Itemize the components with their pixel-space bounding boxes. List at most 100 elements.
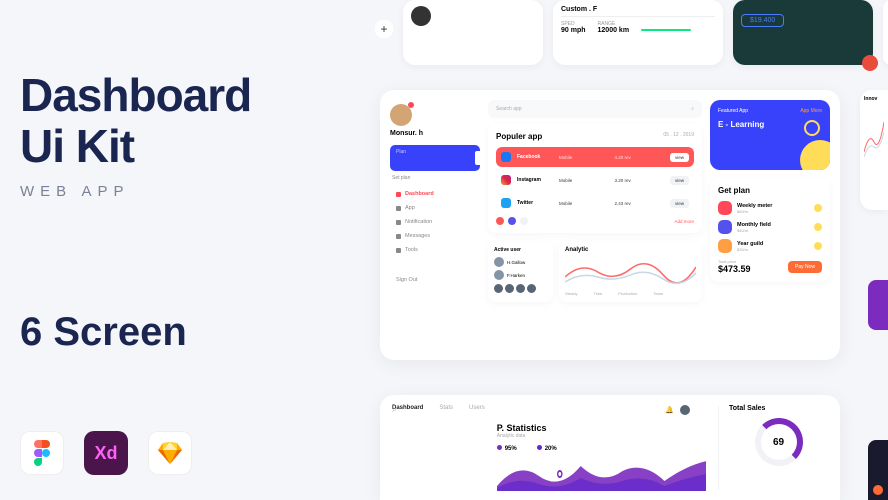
plan-row[interactable]: Monthly field$40/m bbox=[718, 220, 822, 234]
pstat-sub: Analytic data bbox=[497, 433, 706, 439]
app-row-instagram[interactable]: Instagram Mobile 3.20 rev view bbox=[496, 170, 694, 190]
app-meta: Mobile bbox=[559, 201, 609, 206]
app-meta: Mobile bbox=[559, 178, 609, 183]
app-name: Instagram bbox=[517, 177, 553, 183]
user-row[interactable]: H.Gallow bbox=[494, 257, 547, 267]
right-edge-card: Innov bbox=[860, 90, 888, 210]
custom-title: Custom . F bbox=[561, 6, 715, 13]
search-icon[interactable]: ⌕ bbox=[392, 405, 396, 415]
search-icon: ⌕ bbox=[691, 106, 694, 112]
app-row-facebook[interactable]: Facebook Mobile 4.20 rev view bbox=[496, 147, 694, 167]
total-sales-title: Total Sales bbox=[729, 405, 828, 412]
nav-tools[interactable]: Tools bbox=[390, 243, 480, 257]
nav-list: Dashboard App Notification Messages Tool… bbox=[390, 187, 480, 257]
app-meta: Mobile bbox=[559, 155, 609, 160]
username: Monsur. h bbox=[390, 130, 480, 137]
user-avatar[interactable] bbox=[390, 104, 412, 126]
add-button[interactable]: + bbox=[375, 20, 393, 38]
plan-badge bbox=[814, 242, 822, 250]
popular-title: Populer app bbox=[496, 132, 542, 141]
pstat-title: P. Statistics bbox=[497, 423, 706, 433]
statistics-chart bbox=[497, 456, 706, 491]
avatar bbox=[411, 6, 431, 26]
nav-stats[interactable]: Stats bbox=[439, 405, 453, 482]
analytic-title: Analytic bbox=[565, 247, 696, 253]
nav-messages[interactable]: Messages bbox=[390, 229, 480, 243]
right-column: Featured App App More E - Learning Get p… bbox=[710, 100, 830, 350]
app-name: Facebook bbox=[517, 154, 553, 160]
app-meta: 3.20 rev bbox=[615, 178, 665, 183]
figma-icon bbox=[20, 431, 64, 475]
plan-icon bbox=[718, 220, 732, 234]
facebook-icon bbox=[501, 152, 511, 162]
plan-row[interactable]: Year guild$30/m bbox=[718, 239, 822, 253]
mini-card-user bbox=[403, 0, 543, 65]
pct-1: 95% bbox=[497, 445, 517, 452]
purple-edge-card bbox=[868, 280, 888, 330]
view-button[interactable]: view bbox=[670, 176, 689, 185]
nav-dashboard[interactable]: Dashboard bbox=[392, 405, 423, 482]
pay-now-button[interactable]: Pay Now bbox=[788, 261, 822, 273]
pct-2: 20% bbox=[537, 445, 557, 452]
plan-row[interactable]: Weekly meter$60/m bbox=[718, 201, 822, 215]
top-preview-row: + Custom . F SPED90 mph RANGE12000 km $1… bbox=[375, 0, 888, 65]
center-column: Search app ⌕ Populer app 05 . 12 . 2019 … bbox=[488, 100, 702, 350]
donut-chart: 69 bbox=[755, 418, 803, 466]
chart-label: Steady bbox=[565, 291, 577, 296]
sidebar: Monsur. h Plan Set plan Dashboard App No… bbox=[390, 100, 480, 350]
decoration bbox=[800, 140, 830, 170]
add-more-link[interactable]: Add more bbox=[674, 219, 694, 224]
popular-apps-card: Populer app 05 . 12 . 2019 Facebook Mobi… bbox=[488, 124, 702, 233]
mini-card-dark: $19.400 bbox=[733, 0, 873, 65]
decoration bbox=[804, 120, 820, 136]
get-plan-card: Get plan Weekly meter$60/m Monthly field… bbox=[710, 178, 830, 282]
app-meta: 2.43 rev bbox=[615, 201, 665, 206]
getplan-title: Get plan bbox=[718, 186, 822, 195]
chart-label: Time bbox=[593, 291, 602, 296]
nav-dashboard[interactable]: Dashboard bbox=[390, 187, 480, 201]
featured-app-card[interactable]: Featured App App More E - Learning bbox=[710, 100, 830, 170]
signout-link[interactable]: Sign Out bbox=[390, 277, 480, 283]
instagram-icon bbox=[501, 175, 511, 185]
set-plan-label: Set plan bbox=[390, 175, 480, 181]
plan-badge bbox=[814, 204, 822, 212]
progress-bar bbox=[641, 29, 691, 31]
stat-value: 90 mph bbox=[561, 27, 586, 34]
active-user-title: Active user bbox=[494, 247, 547, 253]
featured-more[interactable]: App More bbox=[800, 108, 822, 114]
user-row[interactable]: F.Harken bbox=[494, 270, 547, 280]
plan-badge[interactable]: Plan bbox=[390, 145, 480, 171]
app-meta: 4.20 rev bbox=[615, 155, 665, 160]
view-button[interactable]: view bbox=[670, 153, 689, 162]
red-indicator bbox=[862, 55, 878, 71]
plan-badge bbox=[814, 223, 822, 231]
nav-notification[interactable]: Notification bbox=[390, 215, 480, 229]
analytic-card: Analytic Steady Time Production Team bbox=[559, 241, 702, 302]
nav-app[interactable]: App bbox=[390, 201, 480, 215]
search-bar[interactable]: Search app ⌕ bbox=[488, 100, 702, 118]
total-price: $473.59 bbox=[718, 264, 751, 274]
bottom-dashboard: ⌕ Dashboard Stats Users 🔔 P. Statistics … bbox=[380, 395, 840, 500]
popular-date: 05 . 12 . 2019 bbox=[663, 132, 694, 141]
chart-label: Team bbox=[653, 291, 663, 296]
hero-title-2: Ui Kit bbox=[20, 121, 350, 172]
hero-subtitle: WEB APP bbox=[20, 183, 350, 200]
screen-count: 6 Screen bbox=[20, 310, 187, 355]
view-button[interactable]: view bbox=[670, 199, 689, 208]
active-user-card: Active user H.Gallow F.Harken bbox=[488, 241, 553, 302]
bell-icon[interactable]: 🔔 bbox=[665, 406, 674, 414]
sketch-icon bbox=[148, 431, 192, 475]
bottom-right-edge bbox=[868, 440, 888, 500]
main-dashboard: Monsur. h Plan Set plan Dashboard App No… bbox=[380, 90, 840, 360]
pager[interactable] bbox=[496, 217, 528, 225]
stat-value: 12000 km bbox=[598, 27, 630, 34]
app-row-twitter[interactable]: Twitter Mobile 2.43 rev view bbox=[496, 193, 694, 213]
tool-icons-row: Xd bbox=[20, 431, 192, 475]
hero-title-1: Dashboard bbox=[20, 70, 350, 121]
orange-dot bbox=[873, 485, 883, 495]
plan-icon bbox=[718, 201, 732, 215]
avatar[interactable] bbox=[680, 405, 690, 415]
nav-users[interactable]: Users bbox=[469, 405, 485, 482]
search-placeholder: Search app bbox=[496, 106, 522, 112]
mini-card-edge bbox=[883, 0, 888, 65]
